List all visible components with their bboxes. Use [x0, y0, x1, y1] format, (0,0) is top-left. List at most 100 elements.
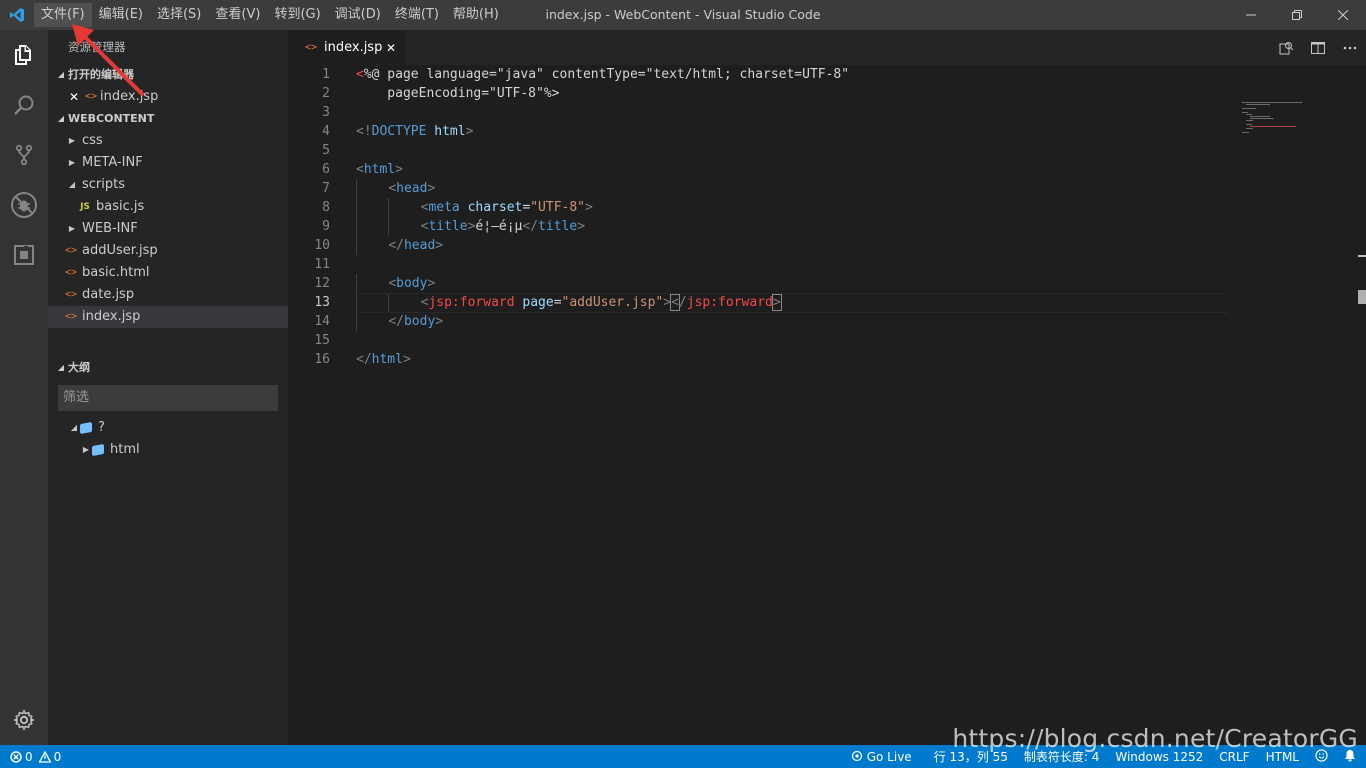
line-number: 13	[314, 295, 330, 310]
debug-button[interactable]	[0, 180, 48, 230]
code-line: 1 <%@ page language="java" contentType="…	[288, 65, 1366, 84]
file-encoding[interactable]: Windows 1252	[1107, 750, 1211, 764]
outline-item-label: ?	[98, 420, 105, 435]
open-preview-icon	[1279, 41, 1294, 54]
status-right: Go Live 行 13，列 55 制表符长度: 4 Windows 1252 …	[843, 745, 1366, 768]
line-number: 15	[314, 333, 330, 348]
code-token: charset	[467, 200, 523, 215]
tab-index-jsp[interactable]: <> index.jsp ✕	[288, 30, 406, 65]
tree-item-adduser-jsp[interactable]: <> addUser.jsp	[48, 240, 288, 262]
chevron-right-icon: ▶	[68, 158, 76, 167]
line-number: 1	[322, 67, 330, 82]
open-editor-item[interactable]: ✕ <> index.jsp	[48, 86, 288, 108]
explorer-title: 资源管理器	[68, 40, 126, 54]
menu-terminal[interactable]: 终端(T)	[388, 3, 446, 27]
source-control-button[interactable]	[0, 130, 48, 180]
code-line: 3	[288, 103, 1366, 122]
outline-item-root[interactable]: ◢ ?	[48, 417, 288, 439]
go-live-button[interactable]: Go Live	[843, 750, 920, 764]
menu-debug[interactable]: 调试(D)	[328, 3, 388, 27]
code-token: head	[396, 181, 428, 196]
close-icon[interactable]: ✕	[386, 41, 396, 55]
code-token: é¦–é¡µ	[475, 219, 523, 234]
tree-item-basic-js[interactable]: JS basic.js	[48, 196, 288, 218]
more-actions-button[interactable]	[1334, 30, 1366, 65]
menu-view[interactable]: 查看(V)	[208, 3, 267, 27]
restore-button[interactable]	[1274, 0, 1320, 30]
line-number: 10	[314, 238, 330, 253]
menu-file[interactable]: 文件(F)	[34, 3, 92, 27]
open-changes-button[interactable]	[1270, 30, 1302, 65]
search-icon	[14, 95, 34, 115]
line-number: 7	[322, 181, 330, 196]
chevron-right-icon: ▶	[82, 445, 90, 454]
code-line: 7 <head>	[288, 179, 1366, 198]
close-window-button[interactable]	[1320, 0, 1366, 30]
chevron-down-icon: ◢	[57, 70, 65, 79]
open-editors-header[interactable]: ◢ 打开的编辑器	[48, 64, 288, 86]
html-file-icon: <>	[304, 42, 318, 53]
source-control-icon	[15, 144, 33, 166]
tree-item-date-jsp[interactable]: <> date.jsp	[48, 284, 288, 306]
menu-go[interactable]: 转到(G)	[267, 3, 327, 27]
menu-selection[interactable]: 选择(S)	[150, 3, 208, 27]
code-token: jsp:forward	[686, 295, 773, 310]
bell-icon	[1345, 749, 1355, 761]
end-of-line[interactable]: CRLF	[1211, 750, 1257, 764]
code-editor[interactable]: 1 <%@ page language="java" contentType="…	[288, 65, 1366, 745]
search-button[interactable]	[0, 80, 48, 130]
explorer-button[interactable]	[0, 30, 48, 80]
feedback-button[interactable]	[1307, 748, 1336, 765]
html-file-icon: <>	[64, 267, 78, 278]
manage-button[interactable]	[0, 695, 48, 745]
tree-item-index-jsp[interactable]: <> index.jsp	[48, 306, 288, 328]
split-editor-button[interactable]	[1302, 30, 1334, 65]
html-file-icon: <>	[84, 91, 98, 102]
line-number: 6	[322, 162, 330, 177]
minimize-button[interactable]	[1228, 0, 1274, 30]
minimap[interactable]	[1242, 100, 1352, 160]
code-line: 2 pageEncoding="UTF-8"%>	[288, 84, 1366, 103]
js-file-icon: JS	[80, 202, 90, 212]
outline-item-html[interactable]: ▶ html	[48, 439, 288, 461]
code-token: head	[403, 238, 436, 253]
code-token: <	[356, 67, 364, 82]
language-mode[interactable]: HTML	[1258, 750, 1307, 764]
html-file-icon: <>	[64, 289, 78, 300]
warning-icon	[38, 750, 51, 763]
cursor-position[interactable]: 行 13，列 55	[926, 748, 1016, 765]
tree-item-meta-inf[interactable]: ▶ META-INF	[48, 152, 288, 174]
problems-indicator[interactable]: 0 0	[0, 745, 61, 768]
tree-item-basic-html[interactable]: <> basic.html	[48, 262, 288, 284]
tab-bar: <> index.jsp ✕	[288, 30, 1366, 65]
code-token: html	[363, 162, 396, 177]
code-token: title	[428, 219, 468, 234]
notifications-button[interactable]	[1336, 749, 1356, 765]
restore-icon	[1292, 10, 1302, 20]
menu-edit[interactable]: 编辑(E)	[92, 3, 150, 27]
warning-count: 0	[53, 749, 62, 764]
code-token: >	[465, 124, 474, 139]
error-icon	[10, 750, 22, 763]
chevron-down-icon: ◢	[68, 180, 76, 189]
outline-header[interactable]: ◢ 大纲	[48, 357, 288, 379]
extensions-button[interactable]	[0, 230, 48, 280]
tree-item-label: basic.js	[96, 199, 145, 214]
menu-help[interactable]: 帮助(H)	[446, 3, 506, 27]
code-token: title	[538, 219, 578, 234]
code-line: 15	[288, 331, 1366, 350]
vertical-scrollbar[interactable]	[1358, 290, 1366, 304]
menu-bar: 文件(F) 编辑(E) 选择(S) 查看(V) 转到(G) 调试(D) 终端(T…	[34, 0, 506, 30]
tree-item-label: index.jsp	[82, 309, 141, 324]
open-editors-label: 打开的编辑器	[68, 68, 134, 81]
code-token: pageEncoding="UTF-8"%>	[356, 86, 560, 101]
tree-item-scripts[interactable]: ◢ scripts	[48, 174, 288, 196]
close-icon[interactable]: ✕	[66, 86, 82, 108]
tree-item-css[interactable]: ▶ css	[48, 130, 288, 152]
scrollbar-overview	[1358, 255, 1366, 257]
tree-item-web-inf[interactable]: ▶ WEB-INF	[48, 218, 288, 240]
code-token: page language="java" contentType="text/h…	[379, 67, 850, 82]
workspace-header[interactable]: ◢ WEBCONTENT	[48, 108, 288, 130]
tab-size[interactable]: 制表符长度: 4	[1016, 748, 1108, 765]
outline-filter-input[interactable]: 筛选	[58, 385, 278, 411]
